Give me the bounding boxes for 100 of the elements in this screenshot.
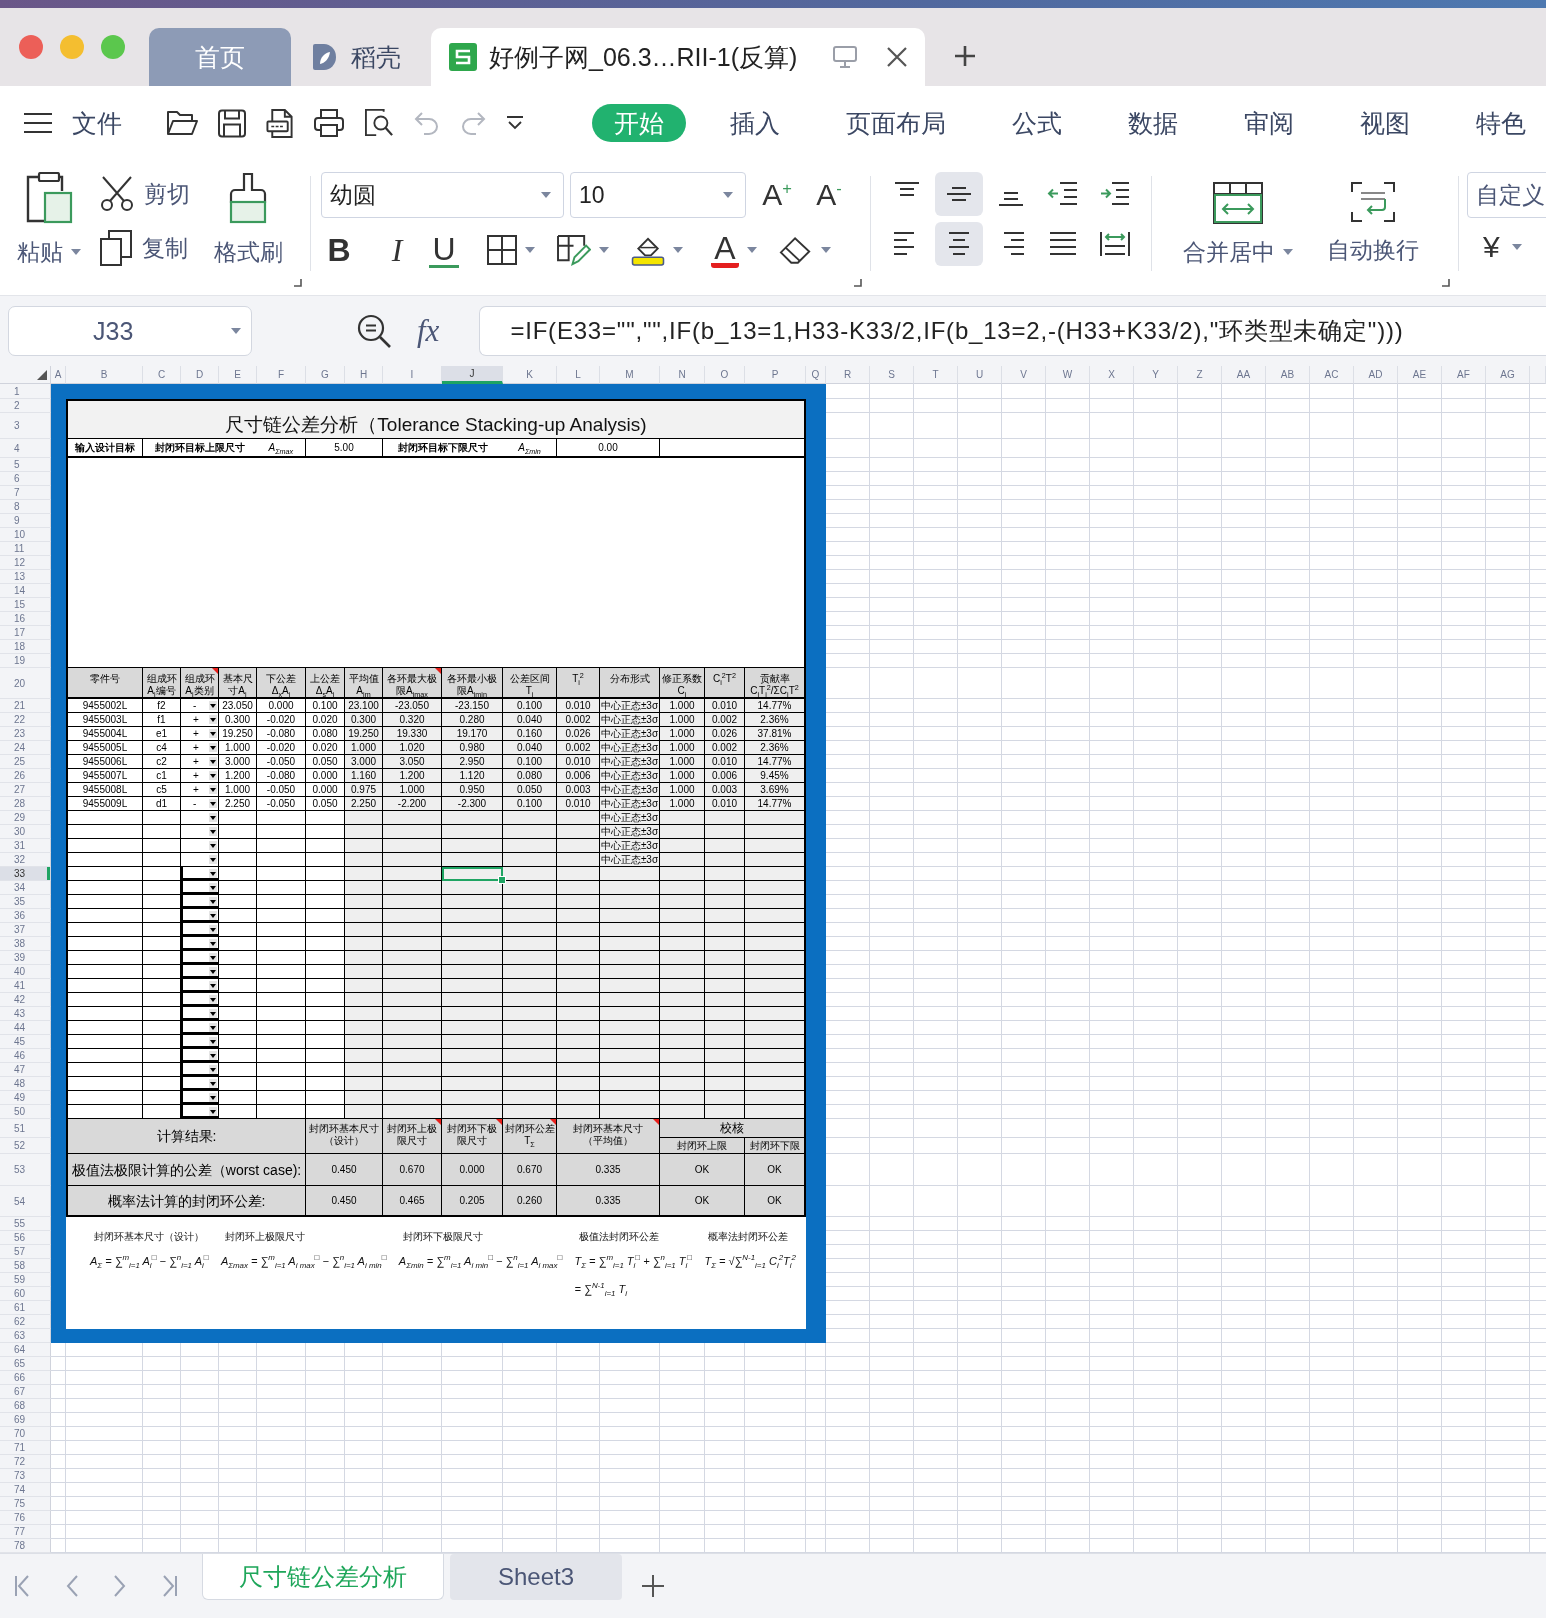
caret-icon[interactable] <box>541 192 551 198</box>
dropdown-arrow-icon[interactable] <box>209 897 217 906</box>
dropdown-arrow-icon[interactable] <box>209 1037 217 1046</box>
row-header[interactable]: 2 <box>0 399 51 413</box>
column-header[interactable]: M <box>600 366 660 384</box>
row-header[interactable]: 61 <box>0 1301 51 1315</box>
row-header[interactable]: 75 <box>0 1497 51 1511</box>
increase-font-button[interactable]: A$^{+}$ <box>756 178 798 212</box>
row-header[interactable]: 56 <box>0 1231 51 1245</box>
row-header[interactable]: 24 <box>0 741 51 755</box>
formula-field[interactable]: =IF(E33="","",IF(b_13=1,H33-K33/2,IF(b_13=2,-(H33+K33/2),"环类型未确定"))) <box>479 306 1546 356</box>
row-header[interactable]: 48 <box>0 1077 51 1091</box>
row-header[interactable]: 4 <box>0 439 51 458</box>
dropdown-arrow-icon[interactable] <box>209 1009 217 1018</box>
row-header[interactable]: 10 <box>0 528 51 542</box>
dropdown-arrow-icon[interactable] <box>209 1023 217 1032</box>
row-header[interactable]: 34 <box>0 881 51 895</box>
row-header[interactable]: 65 <box>0 1357 51 1371</box>
copy-button[interactable]: 复制 <box>100 230 190 266</box>
row-header[interactable]: 49 <box>0 1091 51 1105</box>
row-header[interactable]: 19 <box>0 654 51 668</box>
plus-icon[interactable] <box>955 46 976 66</box>
sheet-tab[interactable]: Sheet3 <box>450 1554 623 1600</box>
merge-center-button[interactable]: 合并居中 <box>1168 172 1308 266</box>
comment-marker-icon[interactable] <box>212 668 218 674</box>
row-header[interactable]: 38 <box>0 937 51 951</box>
column-header[interactable]: AD <box>1354 366 1398 384</box>
column-header[interactable]: R <box>826 366 870 384</box>
menu-tab[interactable]: 开始 <box>592 104 686 142</box>
column-header[interactable]: N <box>660 366 705 384</box>
row-header[interactable]: 54 <box>0 1186 51 1217</box>
column-header[interactable]: AF <box>1442 366 1486 384</box>
row-header[interactable]: 21 <box>0 699 51 713</box>
row-header[interactable]: 47 <box>0 1063 51 1077</box>
row-header[interactable]: 63 <box>0 1329 51 1343</box>
caret-icon[interactable] <box>71 249 81 255</box>
borders-icon[interactable] <box>487 235 517 265</box>
column-header[interactable]: K <box>503 366 557 384</box>
dropdown-arrow-icon[interactable] <box>209 1051 217 1060</box>
menu-tab[interactable]: 视图 <box>1338 104 1432 142</box>
fill-handle[interactable] <box>498 876 506 884</box>
dropdown-arrow-icon[interactable] <box>209 841 217 850</box>
column-header[interactable]: J <box>442 366 503 384</box>
cut-button[interactable]: 剪切 <box>100 176 190 212</box>
close-icon[interactable] <box>887 47 908 67</box>
row-header[interactable]: 53 <box>0 1154 51 1186</box>
dropdown-arrow-icon[interactable] <box>209 995 217 1004</box>
bold-button[interactable]: B <box>321 232 357 268</box>
row-header[interactable]: 25 <box>0 755 51 769</box>
wrap-text-button[interactable]: 自动换行 <box>1308 172 1438 264</box>
caret-icon[interactable] <box>673 247 683 253</box>
launcher-icon[interactable] <box>1442 279 1450 287</box>
number-format-field[interactable]: 自定义 <box>1467 172 1546 218</box>
row-header[interactable]: 43 <box>0 1007 51 1021</box>
dropdown-arrow-icon[interactable] <box>209 813 217 822</box>
align-middle-icon[interactable] <box>935 172 983 216</box>
row-header[interactable]: 3 <box>0 413 51 439</box>
format-painter-button[interactable]: 格式刷 <box>206 172 290 266</box>
row-header[interactable]: 55 <box>0 1217 51 1231</box>
currency-button[interactable]: ¥ <box>1483 230 1500 264</box>
column-header[interactable]: I <box>383 366 442 384</box>
window-tab[interactable]: 首页 <box>149 28 291 86</box>
caret-icon[interactable] <box>599 247 609 253</box>
row-header[interactable]: 1 <box>0 384 51 399</box>
row-header[interactable]: 74 <box>0 1483 51 1497</box>
dropdown-arrow-icon[interactable] <box>209 1093 217 1102</box>
row-header[interactable]: 68 <box>0 1399 51 1413</box>
document-icon[interactable] <box>266 108 294 138</box>
column-header[interactable]: U <box>958 366 1002 384</box>
launcher-icon[interactable] <box>854 279 862 287</box>
menu-tab[interactable]: 页面布局 <box>824 104 968 142</box>
menu-tab[interactable]: 特色 <box>1454 104 1526 142</box>
dropdown-arrow-icon[interactable] <box>209 981 217 990</box>
row-header[interactable]: 72 <box>0 1455 51 1469</box>
dropdown-arrow-icon[interactable] <box>209 785 217 794</box>
row-header[interactable]: 58 <box>0 1259 51 1273</box>
row-header[interactable]: 78 <box>0 1539 51 1553</box>
column-header[interactable]: O <box>705 366 745 384</box>
column-header[interactable]: AC <box>1310 366 1354 384</box>
row-header[interactable]: 13 <box>0 570 51 584</box>
align-center-icon[interactable] <box>935 222 983 266</box>
row-header[interactable]: 50 <box>0 1105 51 1119</box>
row-header[interactable]: 7 <box>0 486 51 500</box>
dropdown-arrow-icon[interactable] <box>209 701 217 710</box>
launcher-icon[interactable] <box>294 279 302 287</box>
dropdown-arrow-icon[interactable] <box>209 771 217 780</box>
row-header[interactable]: 31 <box>0 839 51 853</box>
row-header[interactable]: 35 <box>0 895 51 909</box>
column-header[interactable]: G <box>306 366 345 384</box>
name-box[interactable]: J33 <box>8 306 252 356</box>
window-tab[interactable]: 稻壳 <box>301 28 413 86</box>
row-header[interactable]: 22 <box>0 713 51 727</box>
column-header[interactable]: H <box>345 366 383 384</box>
printer-icon[interactable] <box>314 109 344 137</box>
caret-icon[interactable] <box>231 328 241 334</box>
eraser-icon[interactable] <box>779 234 813 266</box>
menu-tab[interactable]: 审阅 <box>1222 104 1316 142</box>
row-header[interactable]: 18 <box>0 640 51 654</box>
caret-icon[interactable] <box>723 192 733 198</box>
paste-button[interactable]: 粘贴 <box>14 172 84 266</box>
